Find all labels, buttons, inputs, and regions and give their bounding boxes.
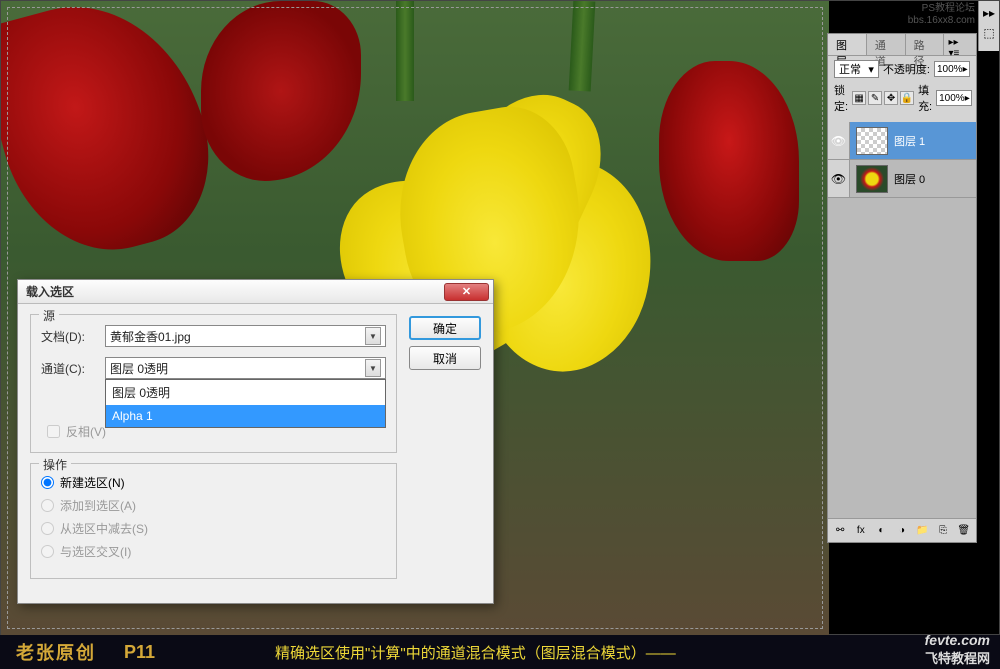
- fill-label: 填充:: [918, 82, 932, 114]
- tab-layers[interactable]: 图层: [828, 34, 867, 55]
- load-selection-dialog: 载入选区 ✕ 源 文档(D): 黄郁金香01.jpg ▼: [17, 279, 494, 604]
- operation-legend: 操作: [39, 456, 71, 473]
- new-layer-icon[interactable]: ⎘: [935, 523, 952, 539]
- layer-item[interactable]: 👁 图层 1: [828, 122, 976, 160]
- chevron-down-icon: ▼: [365, 327, 381, 345]
- intersect-selection-label: 与选区交叉(I): [60, 543, 131, 560]
- channel-dropdown-list: 图层 0透明 Alpha 1: [105, 379, 386, 428]
- fill-input[interactable]: 100%▸: [936, 90, 972, 106]
- source-legend: 源: [39, 307, 59, 324]
- layers-panel: 图层 通道 路径 ▸▸ ▾≡ 正常 ▾ 不透明度: 100%▸ 锁定: ▦ ✎: [827, 33, 977, 543]
- caption-text: 精确选区使用"计算"中的通道混合模式（图层混合模式）——: [275, 642, 676, 663]
- canvas-area: 载入选区 ✕ 源 文档(D): 黄郁金香01.jpg ▼: [1, 1, 829, 635]
- document-value: 黄郁金香01.jpg: [110, 328, 365, 345]
- adjustment-icon[interactable]: ◑: [894, 523, 911, 539]
- channel-value: 图层 0透明: [110, 360, 365, 377]
- layer-thumbnail[interactable]: [856, 127, 888, 155]
- blend-mode-dropdown[interactable]: 正常 ▾: [834, 60, 879, 78]
- author-text: 老张原创: [16, 639, 96, 665]
- opacity-input[interactable]: 100%▸: [934, 61, 970, 77]
- add-selection-radio: [41, 499, 54, 512]
- chevron-down-icon: ▼: [365, 359, 381, 377]
- dialog-title: 载入选区: [26, 283, 74, 300]
- dropdown-option[interactable]: Alpha 1: [106, 405, 385, 427]
- lock-move-icon[interactable]: ✥: [884, 91, 898, 105]
- opacity-label: 不透明度:: [883, 61, 930, 77]
- panel-menu-icon[interactable]: ▸▸ ▾≡: [945, 34, 977, 55]
- visibility-eye-icon[interactable]: 👁: [828, 160, 850, 197]
- mask-icon[interactable]: ◐: [873, 523, 890, 539]
- lock-paint-icon[interactable]: ✎: [868, 91, 882, 105]
- folder-icon[interactable]: 📁: [914, 523, 931, 539]
- close-icon: ✕: [462, 285, 471, 298]
- tab-channels[interactable]: 通道: [867, 34, 906, 55]
- fx-icon[interactable]: fx: [853, 523, 870, 539]
- invert-label: 反相(V): [66, 423, 106, 440]
- page-number: P11: [124, 642, 155, 663]
- channel-label: 通道(C):: [41, 360, 99, 377]
- layer-list: 👁 图层 1 👁 图层 0: [828, 122, 976, 542]
- document-dropdown[interactable]: 黄郁金香01.jpg ▼: [105, 325, 386, 347]
- ok-button[interactable]: 确定: [409, 316, 481, 340]
- add-selection-label: 添加到选区(A): [60, 497, 136, 514]
- visibility-eye-icon[interactable]: 👁: [828, 122, 850, 159]
- bottom-caption: 老张原创 P11 精确选区使用"计算"中的通道混合模式（图层混合模式）—— fe…: [0, 635, 1000, 669]
- operation-fieldset: 操作 新建选区(N) 添加到选区(A) 从选区中减去(S): [30, 463, 397, 579]
- document-label: 文档(D):: [41, 328, 99, 345]
- close-button[interactable]: ✕: [444, 283, 489, 301]
- layer-name: 图层 0: [894, 171, 925, 187]
- trash-icon[interactable]: 🗑: [955, 523, 972, 539]
- site-watermark: fevte.com 飞特教程网: [925, 632, 990, 667]
- watermark-text: PS教程论坛 bbs.16xx8.com: [908, 3, 975, 27]
- invert-checkbox: [47, 425, 60, 438]
- layer-item[interactable]: 👁 图层 0: [828, 160, 976, 198]
- panel-tabs: 图层 通道 路径 ▸▸ ▾≡: [828, 34, 976, 56]
- layer-name: 图层 1: [894, 133, 925, 149]
- lock-label: 锁定:: [834, 82, 848, 114]
- chevron-down-icon: ▾: [868, 63, 874, 76]
- tab-paths[interactable]: 路径: [906, 34, 945, 55]
- subtract-selection-label: 从选区中减去(S): [60, 520, 148, 537]
- subtract-selection-radio: [41, 522, 54, 535]
- cancel-button[interactable]: 取消: [409, 346, 481, 370]
- channel-dropdown[interactable]: 图层 0透明 ▼ 图层 0透明 Alpha 1: [105, 357, 386, 379]
- right-toolbar: ▸▸ ⬚: [978, 1, 999, 51]
- link-icon[interactable]: ⚯: [832, 523, 849, 539]
- lock-all-icon[interactable]: 🔒: [900, 91, 914, 105]
- panel-bottom-bar: ⚯ fx ◐ ◑ 📁 ⎘ 🗑: [828, 518, 976, 542]
- new-selection-label: 新建选区(N): [60, 474, 125, 491]
- dialog-titlebar[interactable]: 载入选区 ✕: [18, 280, 493, 304]
- new-selection-radio[interactable]: [41, 476, 54, 489]
- histogram-icon[interactable]: ⬚: [981, 25, 997, 41]
- lock-transparent-icon[interactable]: ▦: [852, 91, 866, 105]
- source-fieldset: 源 文档(D): 黄郁金香01.jpg ▼ 通道(C): 图层 0透明: [30, 314, 397, 453]
- dropdown-option[interactable]: 图层 0透明: [106, 380, 385, 405]
- intersect-selection-radio: [41, 545, 54, 558]
- expand-panel-icon[interactable]: ▸▸: [981, 5, 997, 21]
- layer-thumbnail[interactable]: [856, 165, 888, 193]
